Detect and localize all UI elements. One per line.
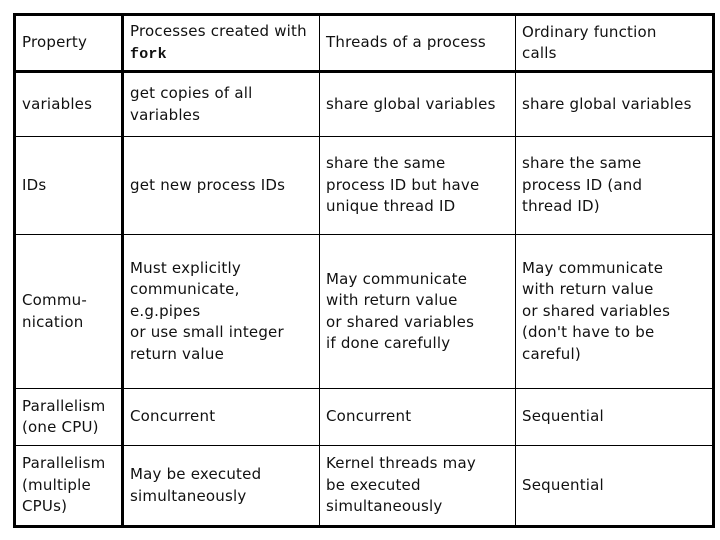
header-functions: Ordinary function calls — [515, 14, 714, 73]
cell-line: May be executed — [130, 465, 262, 483]
cell-line: calls — [522, 44, 557, 62]
cell-functions: Sequential — [515, 445, 714, 527]
cell-line: CPUs) — [22, 497, 68, 516]
cell-line: share the same — [326, 154, 446, 173]
cell-line: unique thread ID — [326, 197, 456, 216]
cell-line: get new process IDs — [130, 175, 286, 194]
cell-fork: Must explicitly communicate, e.g.pipes or u… — [122, 234, 320, 389]
cell-line: Sequential — [522, 407, 604, 426]
cell-fork: get new process IDs — [122, 136, 320, 235]
cell-line: communicate, — [130, 280, 240, 299]
cell-line: share the same — [522, 154, 642, 173]
cell-line: Sequential — [522, 475, 604, 494]
cell-line: process ID (and — [522, 175, 643, 194]
cell-line: variables — [22, 94, 93, 113]
table-row: IDs get new process IDs share the same proc… — [14, 136, 714, 235]
cell-line: Parallelism — [22, 396, 106, 415]
header-property: Property — [14, 14, 124, 73]
cell-fork: Concurrent — [122, 388, 320, 446]
cell-line: Commu- — [22, 291, 87, 309]
cell-fork: May be executed simultaneously — [122, 445, 320, 527]
header-fork-text: Processes created with — [130, 22, 307, 40]
cell-line: return value — [130, 344, 225, 363]
cell-functions: Sequential — [515, 388, 714, 446]
cell-line: Concurrent — [130, 407, 216, 426]
comparison-table: Property Processes created with fork Thr… — [13, 13, 715, 528]
cell-line: get copies of all — [130, 84, 253, 102]
cell-line: Parallelism — [22, 454, 106, 473]
table-row: Commu-nication Must explicitly communicate… — [14, 234, 714, 389]
cell-line: e.g.pipes — [130, 301, 201, 320]
cell-line: share global variables — [326, 94, 496, 113]
cell-line: with return value — [326, 291, 458, 309]
cell-line: nication — [22, 312, 84, 331]
cell-threads: May communicate with return value or share… — [319, 234, 516, 389]
header-fork: Processes created with fork — [122, 14, 320, 73]
cell-line: careful) — [522, 344, 581, 363]
cell-line: process ID but have — [326, 175, 480, 194]
cell-property: IDs — [14, 136, 124, 235]
cell-line: (one CPU) — [22, 418, 99, 436]
cell-property: Parallelism (one CPU) — [14, 388, 124, 446]
header-row: Property Processes created with fork Thr… — [14, 14, 714, 73]
cell-line: with return value — [522, 280, 654, 299]
fork-code: fork — [130, 45, 167, 63]
cell-line: thread ID) — [522, 197, 600, 216]
cell-threads: share the same process ID but have unique … — [319, 136, 516, 235]
cell-line: be executed — [326, 475, 421, 494]
cell-functions: May communicate with return value or share… — [515, 234, 714, 389]
cell-line: variables — [130, 105, 201, 124]
cell-property: variables — [14, 71, 124, 137]
cell-line: May communicate — [326, 269, 468, 288]
table-row: variables get copies of all variables share… — [14, 71, 714, 137]
cell-fork: get copies of all variables — [122, 71, 320, 137]
cell-property: Commu-nication — [14, 234, 124, 389]
cell-line: May communicate — [522, 258, 664, 277]
cell-threads: Kernel threads may be executed simultaneou… — [319, 445, 516, 527]
cell-line: (multiple — [22, 475, 91, 494]
cell-line: Ordinary function — [522, 22, 657, 41]
cell-line: simultaneously — [130, 486, 247, 505]
table-row: Parallelism (multiple CPUs) May be executed… — [14, 445, 714, 527]
cell-line: simultaneously — [326, 497, 443, 516]
cell-line: Must explicitly — [130, 258, 241, 277]
cell-line: or use small integer — [130, 323, 284, 342]
cell-property: Parallelism (multiple CPUs) — [14, 445, 124, 527]
cell-line: share global variables — [522, 94, 692, 113]
cell-line: Kernel threads may — [326, 454, 476, 473]
cell-line: or shared variables — [522, 301, 671, 320]
table-row: Parallelism (one CPU) Concurrent Concurrent… — [14, 388, 714, 446]
header-threads: Threads of a process — [319, 14, 516, 73]
cell-threads: Concurrent — [319, 388, 516, 446]
cell-line: or shared variables — [326, 312, 475, 331]
cell-line: if done carefully — [326, 334, 451, 352]
cell-line: Concurrent — [326, 407, 412, 426]
header-property-text: Property — [22, 33, 88, 52]
cell-functions: share the same process ID (and thread ID) — [515, 136, 714, 235]
cell-line: (don't have to be — [522, 323, 655, 342]
header-threads-text: Threads of a process — [326, 33, 486, 52]
cell-threads: share global variables — [319, 71, 516, 137]
cell-line: IDs — [22, 175, 47, 194]
cell-functions: share global variables — [515, 71, 714, 137]
